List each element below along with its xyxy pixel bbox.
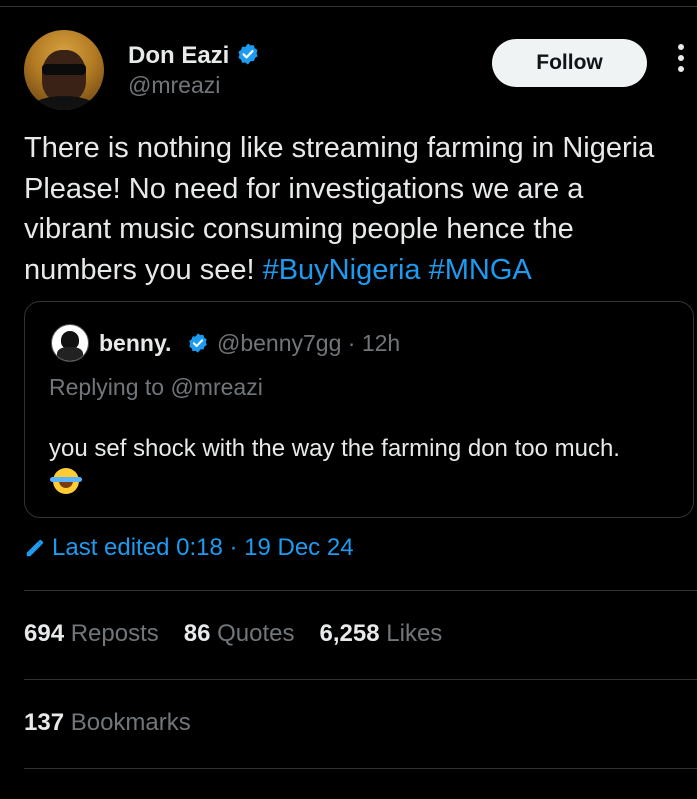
more-dot bbox=[678, 66, 684, 72]
last-edited-label: Last edited 0:18 · 19 Dec 24 bbox=[52, 534, 354, 561]
divider bbox=[24, 590, 697, 591]
avatar-sunglasses bbox=[42, 64, 86, 75]
more-dot bbox=[678, 44, 684, 50]
quoted-tweet-card[interactable]: benny. @benny7gg · 12h Replying to @mrea… bbox=[24, 301, 694, 518]
reposts-label: Reposts bbox=[70, 620, 159, 647]
quotes-label: Quotes bbox=[217, 620, 295, 647]
quoted-tweet-body: you sef shock with the way the farming d… bbox=[49, 435, 620, 462]
bookmarks-label: Bookmarks bbox=[70, 709, 191, 736]
reposts-stat[interactable]: 694 Reposts bbox=[24, 620, 159, 648]
more-dot bbox=[678, 55, 684, 61]
follow-button[interactable]: Follow bbox=[492, 39, 647, 87]
likes-count: 6,258 bbox=[319, 620, 380, 647]
avatar-shirt bbox=[28, 96, 100, 110]
author-name[interactable]: Don Eazi bbox=[128, 42, 229, 70]
avatar-face bbox=[42, 50, 86, 102]
pencil-icon bbox=[26, 539, 44, 557]
hashtag-link[interactable]: #BuyNigeria bbox=[263, 254, 421, 286]
divider bbox=[24, 768, 697, 769]
last-edited-link[interactable]: Last edited 0:18 · 19 Dec 24 bbox=[24, 534, 354, 562]
quotes-count: 86 bbox=[183, 620, 211, 647]
bookmarks-stat[interactable]: 137 Bookmarks bbox=[24, 709, 191, 737]
quoted-tweet-time: 12h bbox=[361, 330, 401, 356]
bookmarks-count: 137 bbox=[24, 709, 65, 736]
reposts-count: 694 bbox=[24, 620, 65, 647]
author-avatar[interactable] bbox=[24, 30, 104, 110]
author-handle[interactable]: @mreazi bbox=[128, 72, 220, 99]
likes-label: Likes bbox=[386, 620, 443, 647]
laughing-emoji-icon bbox=[50, 468, 82, 494]
hashtag-link[interactable]: #MNGA bbox=[429, 254, 532, 286]
quoted-author-handle: @benny7gg bbox=[217, 330, 342, 356]
likes-stat[interactable]: 6,258 Likes bbox=[320, 620, 443, 648]
verified-badge-icon bbox=[238, 43, 258, 65]
quoted-author-avatar[interactable] bbox=[51, 324, 89, 362]
meta-separator: · bbox=[347, 330, 356, 356]
more-vertical-icon[interactable] bbox=[672, 44, 690, 82]
quoted-author-name: benny. bbox=[99, 330, 172, 356]
avatar-body bbox=[57, 347, 83, 361]
quoted-tweet-text: you sef shock with the way the farming d… bbox=[49, 432, 649, 500]
top-divider bbox=[0, 6, 697, 7]
tweet-text: There is nothing like streaming farming … bbox=[24, 128, 674, 290]
engagement-stats: 694 Reposts 86 Quotes 6,258 Likes bbox=[24, 620, 467, 648]
divider bbox=[24, 679, 697, 680]
verified-badge-icon bbox=[189, 333, 207, 353]
quoted-tweet-meta: @benny7gg · 12h bbox=[217, 330, 400, 357]
replying-to: Replying to @mreazi bbox=[49, 374, 263, 400]
quotes-stat[interactable]: 86 Quotes bbox=[184, 620, 295, 648]
